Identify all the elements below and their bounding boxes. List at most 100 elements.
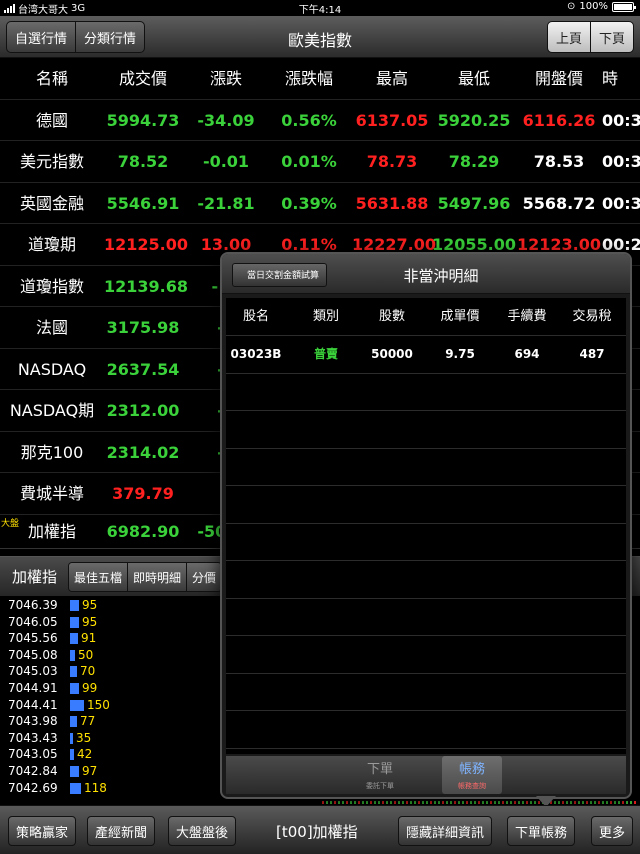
col-price-header[interactable]: 成交價 bbox=[104, 58, 182, 99]
chart-tick bbox=[378, 801, 380, 804]
chart-tick bbox=[498, 801, 500, 804]
chart-tick bbox=[490, 801, 492, 804]
chart-tick bbox=[374, 801, 376, 804]
ladder-volume: 95 bbox=[82, 598, 98, 612]
chart-tick bbox=[322, 801, 324, 804]
order-account-button[interactable]: 下單帳務 bbox=[507, 816, 576, 846]
chart-tick bbox=[486, 801, 488, 804]
hide-details-button[interactable]: 隱藏詳細資訊 bbox=[398, 816, 493, 846]
ladder-price: 7045.08 bbox=[8, 647, 58, 662]
chart-tick bbox=[406, 801, 408, 804]
ladder-row: 7045.56 91 bbox=[0, 630, 230, 647]
chart-tick bbox=[610, 801, 612, 804]
popover-table-header: 股名 類別 股數 成單價 手續費 交易稅 bbox=[226, 298, 626, 336]
quote-name: NASDAQ期 bbox=[9, 401, 95, 420]
toolbar-title: [t00]加權指 bbox=[276, 823, 358, 841]
quote-open: 6116.26 bbox=[522, 110, 596, 130]
table-row[interactable]: 美元指數 78.52 -0.01 0.01% 78.73 78.29 78.53… bbox=[0, 141, 640, 183]
quote-pct: 0.01% bbox=[281, 152, 337, 171]
popover-header: 當日交割金額試算 非當沖明細 bbox=[222, 254, 630, 294]
prev-page-button[interactable]: 上頁 bbox=[548, 22, 590, 52]
chart-tick bbox=[594, 801, 596, 804]
table-row[interactable]: 03023B 普賣 50000 9.75 694 487 bbox=[226, 336, 626, 374]
rotation-lock-icon: ⊙ bbox=[567, 1, 576, 12]
ladder-price: 7043.98 bbox=[8, 714, 58, 729]
chart-tick bbox=[354, 801, 356, 804]
quote-change: -21.81 bbox=[197, 193, 255, 213]
chart-tick bbox=[446, 801, 448, 804]
detail-tabs: 最佳五檔 即時明細 分價 bbox=[68, 562, 223, 592]
tab-realtime-detail[interactable]: 即時明細 bbox=[127, 563, 187, 591]
volume-bar bbox=[70, 716, 77, 728]
empty-row bbox=[226, 636, 626, 674]
ladder-volume: 91 bbox=[81, 631, 97, 646]
quote-time: 00:3 bbox=[602, 193, 640, 213]
chart-tick bbox=[462, 801, 464, 804]
chart-tick bbox=[458, 801, 460, 804]
quote-price: 78.52 bbox=[117, 152, 169, 171]
quote-high: 5631.88 bbox=[355, 193, 429, 213]
chart-tick bbox=[422, 801, 424, 804]
ladder-row: 7043.43 35 bbox=[0, 730, 230, 747]
empty-row bbox=[226, 711, 626, 749]
col-change-header[interactable]: 漲跌 bbox=[186, 58, 266, 99]
ladder-row: 7042.84 97 bbox=[0, 763, 230, 780]
next-page-button[interactable]: 下頁 bbox=[589, 22, 633, 52]
ladder-volume: 97 bbox=[82, 763, 98, 778]
quote-pct: 0.39% bbox=[281, 193, 337, 213]
tab-place-order-sub: 委託下單 bbox=[366, 782, 394, 790]
ladder-row: 7042.69 118 bbox=[0, 780, 230, 797]
ladder-volume: 77 bbox=[80, 714, 96, 729]
quote-price: 5994.73 bbox=[106, 110, 180, 130]
table-row[interactable]: 德國 5994.73 -34.09 0.56% 6137.05 5920.25 … bbox=[0, 100, 640, 141]
empty-row bbox=[226, 374, 626, 411]
chart-tick bbox=[630, 801, 632, 804]
chart-tick bbox=[566, 801, 568, 804]
bottom-toolbar: 策略贏家 產經新聞 大盤盤後 [t00]加權指 隱藏詳細資訊 下單帳務 更多 bbox=[0, 805, 640, 854]
quote-name: 德國 bbox=[35, 110, 68, 130]
chart-tick bbox=[626, 801, 628, 804]
transaction-tax: 487 bbox=[579, 347, 605, 361]
strategy-winner-button[interactable]: 策略贏家 bbox=[8, 816, 77, 846]
chart-tick bbox=[582, 801, 584, 804]
industry-news-button[interactable]: 產經新聞 bbox=[87, 816, 156, 846]
chart-tick bbox=[530, 801, 532, 804]
col-name-header[interactable]: 名稱 bbox=[0, 58, 104, 99]
tab-account[interactable]: 帳務 帳務查詢 bbox=[442, 756, 502, 794]
popover-title: 非當沖明細 bbox=[403, 267, 479, 285]
ladder-price: 7046.05 bbox=[8, 614, 58, 629]
chart-tick bbox=[510, 801, 512, 804]
chart-tick bbox=[474, 801, 476, 804]
table-row[interactable]: 英國金融 5546.91 -21.81 0.39% 5631.88 5497.9… bbox=[0, 183, 640, 224]
after-market-button[interactable]: 大盤盤後 bbox=[168, 816, 237, 846]
tab-place-order[interactable]: 下單 委託下單 bbox=[350, 756, 410, 794]
chart-tick bbox=[426, 801, 428, 804]
col-type-header: 類別 bbox=[312, 309, 339, 324]
empty-row bbox=[226, 561, 626, 599]
ladder-row: 7043.98 77 bbox=[0, 713, 230, 730]
chart-tick bbox=[414, 801, 416, 804]
col-low-header[interactable]: 最低 bbox=[432, 58, 516, 99]
quote-price: 2312.00 bbox=[106, 401, 180, 420]
battery-percent: 100% bbox=[579, 1, 608, 12]
col-pct-header[interactable]: 漲跌幅 bbox=[266, 58, 352, 99]
col-open-header[interactable]: 開盤價 bbox=[516, 58, 602, 99]
ladder-price: 7042.69 bbox=[8, 780, 58, 795]
quote-name: 道瓊指數 bbox=[19, 276, 84, 296]
more-button[interactable]: 更多 bbox=[591, 816, 634, 846]
ladder-row: 7046.05 95 bbox=[0, 614, 230, 631]
empty-row bbox=[226, 449, 626, 486]
col-high-header[interactable]: 最高 bbox=[352, 58, 432, 99]
ladder-row: 7044.91 99 bbox=[0, 680, 230, 697]
quote-price: 12125.00 bbox=[104, 235, 189, 254]
quote-name: 英國金融 bbox=[19, 193, 84, 213]
tab-best-five[interactable]: 最佳五檔 bbox=[69, 563, 128, 591]
col-time-header[interactable]: 時 bbox=[602, 58, 640, 99]
col-stock-header: 股名 bbox=[242, 309, 269, 324]
tab-price-distribution[interactable]: 分價 bbox=[186, 563, 222, 591]
chart-tick bbox=[366, 801, 368, 804]
quote-name: 道瓊期 bbox=[27, 235, 76, 254]
volume-bar bbox=[70, 633, 78, 645]
popover-table: 股名 類別 股數 成單價 手續費 交易稅 03023B 普賣 50000 9.7… bbox=[226, 298, 626, 754]
chart-tick bbox=[470, 801, 472, 804]
